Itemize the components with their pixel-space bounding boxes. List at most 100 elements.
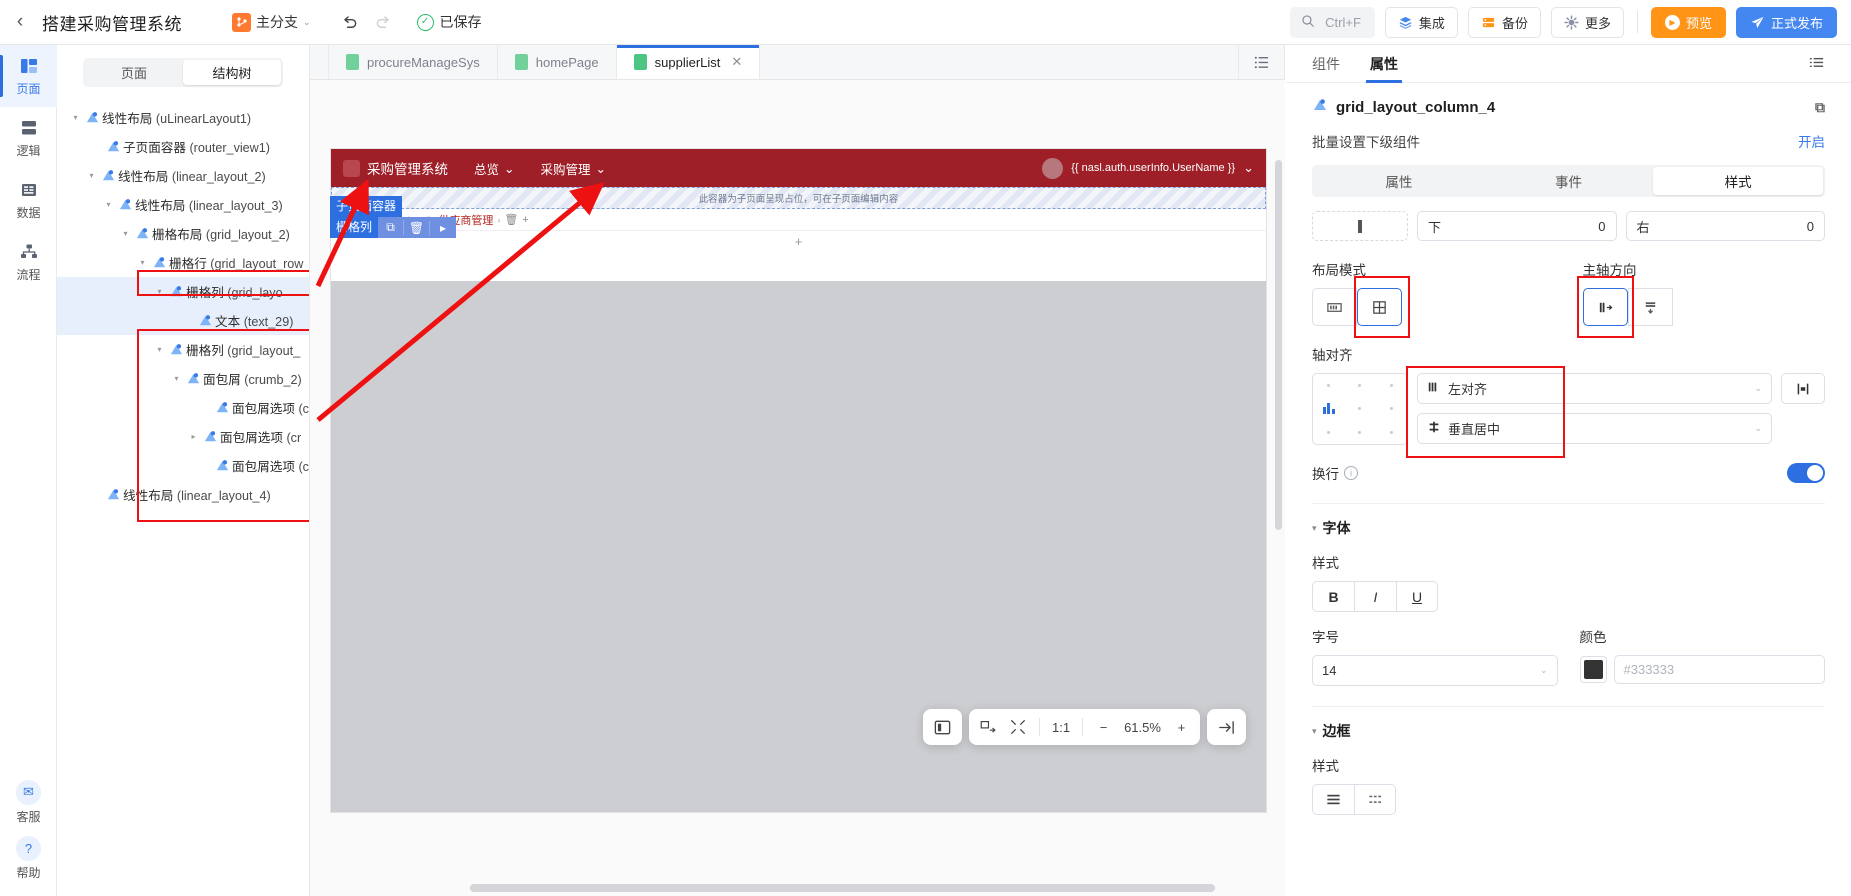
bold-button[interactable]: B [1312,581,1354,612]
border-all-button[interactable] [1312,784,1354,815]
chevron-down-icon[interactable]: ▾ [1312,726,1317,737]
integration-button[interactable]: 集成 [1384,6,1458,38]
tree-node[interactable]: ▾ 面包屑 (crumb_2) [57,364,309,393]
font-size-select[interactable]: 14 ⌄ [1312,655,1558,686]
sidebar-item-data[interactable]: 数据 [0,169,57,231]
font-section-header[interactable]: ▾ 字体 [1312,503,1825,538]
sidebar-item-help[interactable]: ? 帮助 [0,830,57,886]
layout-mode-grid-button[interactable] [1357,288,1402,326]
tree-node[interactable]: ▾ 线性布局 (uLinearLayout1) [57,103,309,132]
chevron-down-icon[interactable]: ▾ [102,200,115,209]
delete-icon[interactable]: 🗑 [404,220,431,235]
chevron-down-icon[interactable]: ▾ [85,171,98,180]
copy-icon[interactable]: ⧉ [378,220,405,235]
subtab-attributes[interactable]: 属性 [1314,167,1484,195]
wrap-toggle[interactable] [1787,463,1825,483]
tree-node[interactable]: ▾ 栅格列 (grid_layout_ [57,335,309,364]
redo-button[interactable] [367,5,401,39]
search-input[interactable]: Ctrl+F [1290,6,1375,38]
tab-pages[interactable]: 页面 [85,60,183,85]
tree-node[interactable]: 面包屑选项 (cr [57,393,309,422]
chevron-down-icon[interactable]: ▾ [153,287,166,296]
tree-node[interactable]: ▾ 栅格布局 (grid_layout_2) [57,219,309,248]
padding-bottom-field[interactable]: 下 0 [1417,211,1617,241]
sidebar-item-logic[interactable]: 逻辑 [0,107,57,169]
main-axis-align-select[interactable]: 左对齐 ⌄ [1417,373,1772,404]
expand-right-icon[interactable] [1217,718,1236,737]
tab-supplier-list[interactable]: supplierList ✕ [616,45,761,79]
canvas-viewport[interactable]: 采购管理系统 总览 ⌄ 采购管理 ⌄ {{ nasl.auth.userInfo… [310,80,1285,896]
tree-node-selected[interactable]: ▾ 栅格列 (grid_layo [57,277,309,306]
user-menu[interactable]: {{ nasl.auth.userInfo.UserName }} ⌄ [1042,157,1266,179]
close-icon[interactable]: ✕ [731,54,742,70]
subtab-events[interactable]: 事件 [1484,167,1654,195]
canvas-horizontal-scrollbar[interactable] [310,884,1285,892]
tab-list-button[interactable] [1238,45,1284,79]
tree-node[interactable]: 子页面容器 (router_view1) [57,132,309,161]
chevron-down-icon[interactable]: ▾ [69,113,82,122]
chevron-down-icon[interactable]: ▾ [1312,523,1317,534]
chevron-right-icon[interactable]: ▸ [187,432,200,441]
backup-button[interactable]: 备份 [1467,6,1541,38]
panel-toggle-button[interactable] [923,709,962,745]
panel-toggle-icon[interactable] [933,718,952,737]
publish-button[interactable]: 正式发布 [1735,6,1837,38]
collapse-panel-icon[interactable] [1808,54,1825,74]
border-dashed-button[interactable] [1354,784,1396,815]
trash-icon[interactable]: 🗑 [504,213,518,226]
undo-button[interactable] [333,5,367,39]
main-axis-horizontal-button[interactable] [1582,288,1628,326]
canvas-vertical-scrollbar[interactable] [1275,160,1282,530]
tab-procure-manage-sys[interactable]: procureManageSys [328,45,498,79]
cross-axis-align-select[interactable]: 垂直居中 ⌄ [1417,413,1772,444]
zoom-out-button[interactable]: − [1095,720,1112,735]
back-icon[interactable]: ‹ [0,0,40,45]
branch-selector[interactable]: 主分支 ⌄ [232,12,311,32]
padding-right-field[interactable]: 右 0 [1625,211,1825,241]
expand-right-button[interactable] [1206,709,1246,745]
nav-item-overview[interactable]: 总览 ⌄ [474,159,515,178]
subtab-styles[interactable]: 样式 [1653,167,1824,195]
layout-mode-inline-button[interactable] [1312,288,1357,326]
italic-button[interactable]: I [1354,581,1396,612]
nav-item-procurement[interactable]: 采购管理 ⌄ [541,159,607,178]
chevron-down-icon[interactable]: ▾ [153,345,166,354]
more-arrow-icon[interactable]: ▸ [430,221,456,235]
color-hex-input[interactable]: #333333 [1613,655,1825,684]
plus-icon[interactable]: + [522,214,528,226]
tab-home-page[interactable]: homePage [498,45,617,79]
zoom-ratio-label[interactable]: 1:1 [1052,720,1070,735]
zoom-in-button[interactable]: + [1173,720,1190,735]
underline-button[interactable]: U [1396,581,1438,612]
tree-node[interactable]: ▸ 面包屑选项 (cr [57,422,309,451]
border-section-header[interactable]: ▾ 边框 [1312,706,1825,741]
color-swatch[interactable] [1579,656,1607,683]
tree-node[interactable]: ▾ 线性布局 (linear_layout_3) [57,190,309,219]
tree-node[interactable]: ▾ 栅格行 (grid_layout_row [57,248,309,277]
main-axis-vertical-button[interactable] [1627,288,1673,326]
chevron-down-icon[interactable]: ▾ [136,258,149,267]
sidebar-item-flow[interactable]: 流程 [0,231,57,293]
tab-properties[interactable]: 属性 [1366,45,1402,83]
tree-node[interactable]: 面包屑选项 (cr [57,451,309,480]
stretch-button[interactable] [1781,373,1825,404]
router-view-placeholder[interactable]: 此容器为子页面呈现占位，可在子页面编辑内容 [331,187,1266,209]
tree-node[interactable]: ▾ 线性布局 (linear_layout_2) [57,161,309,190]
tab-structure-tree[interactable]: 结构树 [183,60,281,85]
copy-icon[interactable]: ⧉ [1815,99,1825,116]
sidebar-item-pages[interactable]: 页面 [0,45,57,107]
collapse-icon[interactable] [1009,718,1027,736]
tree-node[interactable]: 线性布局 (linear_layout_4) [57,480,309,509]
tab-components[interactable]: 组件 [1312,45,1340,83]
align-matrix[interactable] [1312,373,1408,445]
chevron-down-icon[interactable]: ▾ [170,374,183,383]
add-row-button[interactable]: + [331,231,1266,251]
fit-screen-icon[interactable] [979,718,997,736]
more-button[interactable]: 更多 [1550,6,1624,38]
info-icon[interactable]: i [1344,466,1358,480]
preview-button[interactable]: ▶ 预览 [1650,6,1726,38]
sidebar-item-support[interactable]: ✉ 客服 [0,774,57,830]
batch-setting-toggle-link[interactable]: 开启 [1798,131,1825,151]
chevron-down-icon[interactable]: ▾ [119,229,132,238]
breadcrumb[interactable]: 采购管理 ⌂ + › ☺ 供应商管理 › 🗑 + [331,209,1266,231]
